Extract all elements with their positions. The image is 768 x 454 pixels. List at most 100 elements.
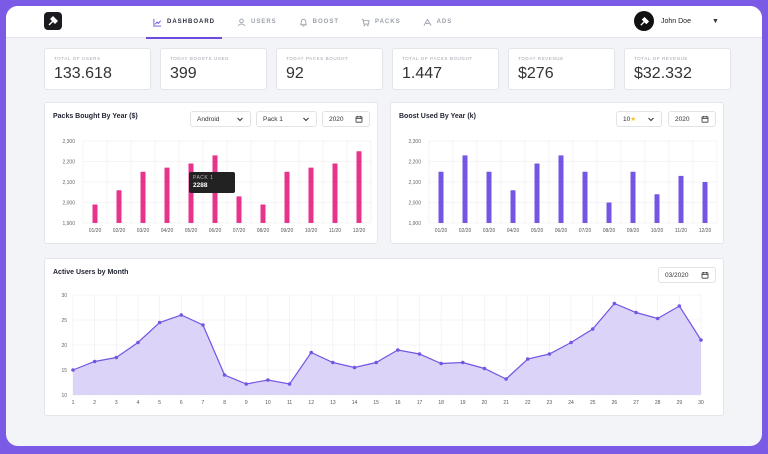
area-x-tick-label: 21 [503, 400, 509, 406]
nav-ads-label: ADS [436, 19, 453, 25]
nav-boost-label: BOOST [312, 19, 340, 25]
boost-chart-title: Boost Used By Year (k) [399, 113, 476, 120]
area-point [525, 357, 530, 361]
boost-y-tick-label: 2,100 [408, 180, 421, 186]
boost-bar [582, 171, 588, 223]
stat-value: 1.447 [402, 65, 443, 82]
stat-label: TODAY PACKS BOUGHT [286, 56, 349, 61]
boost-bar [654, 194, 660, 223]
user-icon [237, 18, 246, 26]
packs-bar [260, 204, 266, 223]
area-point [547, 352, 552, 356]
area-y-tick-label: 10 [61, 393, 67, 399]
nav-packs[interactable]: PACKS [354, 6, 408, 38]
star-icon: ★ [630, 116, 637, 123]
boost-bar [510, 190, 516, 223]
stat-value: 133.618 [54, 65, 112, 82]
packs-x-tick-label: 06/20 [209, 228, 222, 234]
tooltip-label: PACK 1 [193, 175, 214, 181]
nav-dashboard-label: DASHBOARD [167, 19, 215, 25]
boost-y-tick-label: 2,000 [408, 201, 421, 207]
area-x-tick-label: 6 [180, 400, 183, 406]
tooltip-value: 2288 [193, 182, 208, 189]
nav-dashboard[interactable]: DASHBOARD [146, 6, 222, 39]
stat-card-today-boosts: TODAY BOOSTS USED 399 [160, 48, 267, 90]
boost-count-select[interactable]: 10★ [616, 111, 662, 127]
area-x-tick-label: 23 [547, 400, 553, 406]
boost-x-tick-label: 09/20 [627, 228, 640, 234]
area-point [244, 382, 249, 386]
boost-x-tick-label: 01/20 [435, 228, 448, 234]
packs-bar [164, 167, 170, 223]
packs-y-tick-label: 1,900 [62, 221, 75, 227]
boost-year-picker[interactable]: 2020 [668, 111, 716, 127]
boost-bar [630, 171, 636, 223]
calendar-icon [701, 272, 709, 279]
packs-bar [236, 196, 242, 223]
area-point [396, 348, 400, 352]
packs-bar [140, 171, 146, 223]
packs-x-tick-label: 04/20 [161, 228, 174, 234]
area-point [222, 373, 227, 377]
area-x-tick-label: 17 [417, 400, 423, 406]
app-logo[interactable] [44, 12, 62, 30]
packs-x-tick-label: 05/20 [185, 228, 198, 234]
area-point [374, 360, 378, 365]
area-y-tick-label: 20 [61, 343, 67, 349]
packs-bar [356, 151, 362, 223]
user-menu[interactable]: John Doe ▼ [634, 11, 719, 31]
area-point [331, 360, 335, 365]
packs-bar [92, 204, 98, 223]
stat-card-total-revenue: TOTAL OF REVENUE $32.332 [624, 48, 731, 90]
chevron-down-icon [648, 117, 654, 122]
calendar-icon [701, 116, 709, 123]
chart-line-icon [153, 18, 162, 27]
boost-chart-card: Boost Used By Year (k) 10★ 2020 2,300 2,2… [390, 102, 724, 244]
area-x-tick-label: 30 [698, 400, 704, 406]
avatar-icon [639, 16, 649, 26]
area-point [266, 378, 270, 382]
area-x-tick-label: 22 [525, 400, 531, 406]
active-users-area-chart: 30252015101 2 3 4 5 6 7 8 9 10 11 12 13 14 15 16 17 18 19 2… [61, 293, 704, 406]
pack-select[interactable]: Pack 1 [256, 111, 317, 127]
boost-x-tick-label: 05/20 [531, 228, 544, 234]
area-point [92, 359, 97, 364]
stats-row: TOTAL OF USERS 133.618 TODAY BOOSTS USED… [44, 48, 731, 90]
calendar-icon [355, 116, 363, 123]
boost-bar [678, 175, 684, 223]
area-x-tick-label: 26 [612, 400, 618, 406]
nav-ads[interactable]: ADS [416, 6, 460, 38]
packs-x-tick-label: 10/20 [305, 228, 318, 234]
area-point [569, 340, 573, 345]
area-point [136, 340, 140, 345]
nav-users[interactable]: USERS [230, 6, 284, 38]
area-x-tick-label: 11 [287, 400, 292, 406]
packs-x-tick-label: 07/20 [233, 228, 246, 234]
packs-x-tick-label: 02/20 [113, 228, 126, 234]
nav-boost[interactable]: BOOST [292, 6, 346, 38]
packs-x-tick-label: 11/20 [329, 228, 341, 234]
stat-card-total-users: TOTAL OF USERS 133.618 [44, 48, 151, 90]
packs-bar [332, 163, 338, 223]
packs-year-value: 2020 [329, 115, 344, 123]
area-fill [73, 303, 701, 395]
boost-bar [702, 182, 708, 223]
area-x-tick-label: 9 [245, 400, 248, 406]
platform-select[interactable]: Android [190, 111, 251, 127]
logo-icon [48, 16, 58, 26]
area-x-tick-label: 3 [115, 400, 118, 406]
boost-y-tick-label: 2,200 [408, 160, 421, 166]
area-point [699, 338, 703, 342]
packs-year-picker[interactable]: 2020 [322, 111, 370, 127]
month-picker[interactable]: 03/2020 [658, 267, 716, 283]
chevron-down-icon [237, 117, 243, 122]
boost-x-tick-label: 03/20 [483, 228, 496, 234]
area-point [677, 304, 682, 308]
active-users-card: Active Users by Month 03/2020 30 25 20 15 10… [44, 258, 724, 416]
platform-select-value: Android [197, 115, 220, 123]
area-point [287, 382, 292, 386]
area-x-tick-label: 8 [223, 400, 226, 406]
area-x-tick-label: 5 [158, 400, 161, 406]
stat-card-today-revenue: TODAY REVENUE $276 [508, 48, 615, 90]
main-nav: DASHBOARD USERS BOOST PACKS ADS [146, 6, 467, 39]
